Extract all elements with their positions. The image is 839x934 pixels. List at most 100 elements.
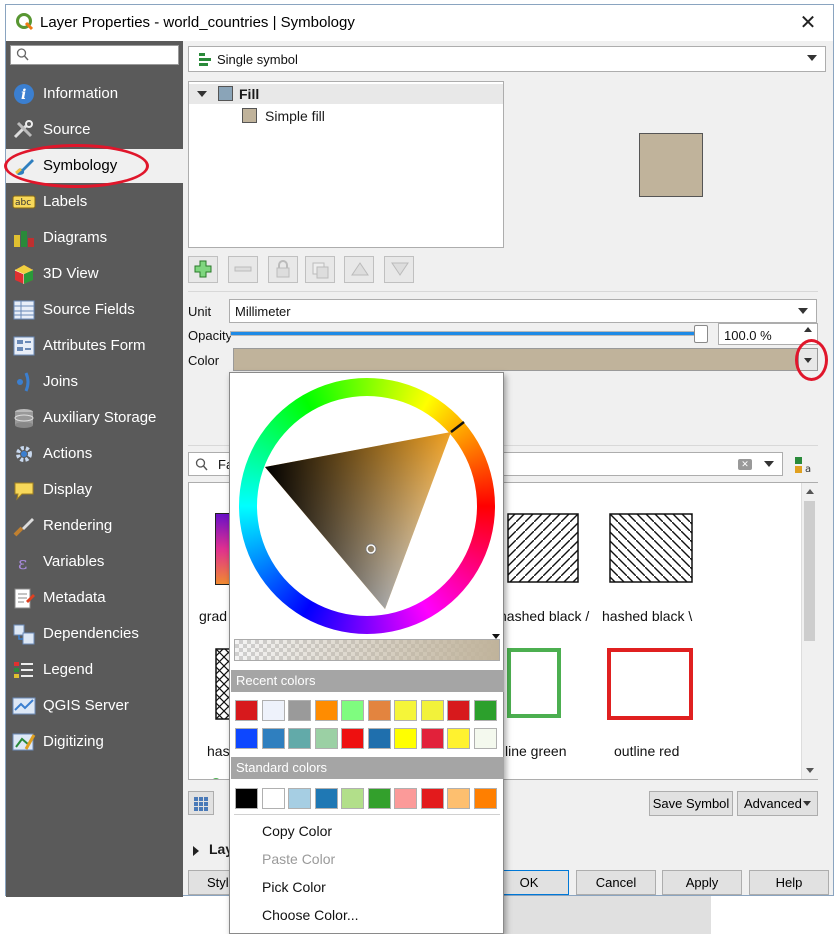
fill-symbol-swatch-icon bbox=[218, 86, 233, 101]
opacity-slider-handle[interactable] bbox=[694, 325, 708, 343]
tree-row-simple-fill[interactable]: Simple fill bbox=[189, 106, 503, 126]
renderer-type-select[interactable]: Single symbol bbox=[188, 46, 826, 72]
alpha-slider[interactable] bbox=[234, 634, 500, 661]
clear-icon[interactable]: ✕ bbox=[738, 459, 752, 470]
move-up-button[interactable] bbox=[344, 256, 374, 283]
recent-color-swatch[interactable] bbox=[420, 700, 444, 721]
scroll-up-icon[interactable] bbox=[806, 489, 814, 494]
standard-color-swatch[interactable] bbox=[367, 788, 391, 809]
recent-color-swatch[interactable] bbox=[288, 700, 311, 721]
scrollbar-thumb[interactable] bbox=[804, 501, 815, 641]
standard-color-swatch[interactable] bbox=[447, 788, 470, 809]
add-layer-button[interactable] bbox=[188, 256, 218, 283]
sidebar-item-source[interactable]: Source bbox=[6, 113, 183, 147]
opacity-slider-track[interactable] bbox=[230, 331, 708, 336]
sidebar-search-input[interactable] bbox=[10, 45, 179, 65]
alpha-slider-handle-icon[interactable] bbox=[492, 634, 500, 639]
recent-color-swatch[interactable] bbox=[367, 728, 391, 749]
pick-color-menu-item[interactable]: Pick Color bbox=[262, 879, 326, 895]
sidebar-item-attributes-form[interactable]: Attributes Form bbox=[6, 329, 183, 363]
sidebar-item-3d-view[interactable]: 3D View bbox=[6, 257, 183, 291]
close-button[interactable]: ✕ bbox=[794, 9, 822, 37]
recent-color-swatch[interactable] bbox=[394, 700, 417, 721]
color-label: Color bbox=[188, 353, 220, 368]
recent-color-swatch[interactable] bbox=[235, 728, 258, 749]
sidebar-item-qgis-server[interactable]: QGIS Server bbox=[6, 689, 183, 723]
icon-view-button[interactable] bbox=[188, 791, 214, 815]
lock-layer-button[interactable] bbox=[268, 256, 298, 283]
copy-color-menu-item[interactable]: Copy Color bbox=[262, 823, 332, 839]
outline-green-thumb[interactable] bbox=[507, 648, 561, 718]
recent-color-swatch[interactable] bbox=[288, 728, 311, 749]
diagrams-icon bbox=[14, 231, 34, 247]
standard-color-swatch[interactable] bbox=[288, 788, 311, 809]
sidebar-item-auxiliary-storage[interactable]: Auxiliary Storage bbox=[6, 401, 183, 435]
sidebar-item-metadata[interactable]: Metadata bbox=[6, 581, 183, 615]
recent-color-swatch[interactable] bbox=[473, 700, 497, 721]
advanced-button[interactable]: Advanced bbox=[737, 791, 818, 816]
hashed-black-forward-thumb[interactable] bbox=[507, 513, 579, 583]
recent-color-swatch[interactable] bbox=[261, 728, 285, 749]
standard-color-swatch[interactable] bbox=[261, 788, 285, 809]
library-item-label: line green bbox=[505, 743, 567, 759]
choose-color-menu-item[interactable]: Choose Color... bbox=[262, 907, 359, 923]
recent-color-swatch[interactable] bbox=[261, 700, 285, 721]
standard-color-swatch[interactable] bbox=[235, 788, 258, 809]
expand-arrow-icon[interactable] bbox=[193, 846, 199, 856]
sidebar-item-legend[interactable]: Legend bbox=[6, 653, 183, 687]
sidebar-item-label: Labels bbox=[43, 193, 88, 210]
apply-button[interactable]: Apply bbox=[662, 870, 742, 895]
recent-color-swatch[interactable] bbox=[473, 728, 497, 749]
sidebar-item-variables[interactable]: ε Variables bbox=[6, 545, 183, 579]
sidebar-item-joins[interactable]: Joins bbox=[6, 365, 183, 399]
sidebar-item-digitizing[interactable]: Digitizing bbox=[6, 725, 183, 759]
recent-color-swatch[interactable] bbox=[341, 700, 364, 721]
next-row-thumb[interactable] bbox=[211, 778, 221, 779]
unit-select[interactable]: Millimeter bbox=[229, 299, 817, 323]
style-manager-icon[interactable]: a bbox=[793, 455, 815, 475]
outline-red-thumb[interactable] bbox=[607, 648, 693, 720]
remove-layer-button[interactable] bbox=[228, 256, 258, 283]
sidebar-item-actions[interactable]: Actions bbox=[6, 437, 183, 471]
standard-color-swatch[interactable] bbox=[473, 788, 497, 809]
sidebar-item-diagrams[interactable]: Diagrams bbox=[6, 221, 183, 255]
recent-color-swatch[interactable] bbox=[420, 728, 444, 749]
recent-color-swatch[interactable] bbox=[341, 728, 364, 749]
scroll-down-icon[interactable] bbox=[806, 768, 814, 773]
tree-row-fill[interactable]: Fill bbox=[189, 84, 503, 104]
recent-color-swatch[interactable] bbox=[394, 728, 417, 749]
search-icon bbox=[16, 48, 29, 61]
sidebar-item-label: 3D View bbox=[43, 265, 99, 282]
standard-color-swatch[interactable] bbox=[420, 788, 444, 809]
sidebar-item-label: Diagrams bbox=[43, 229, 108, 246]
color-button[interactable] bbox=[233, 348, 798, 371]
spin-up-icon[interactable] bbox=[804, 327, 812, 332]
standard-color-swatch[interactable] bbox=[314, 788, 338, 809]
recent-color-swatch[interactable] bbox=[447, 700, 470, 721]
save-symbol-button[interactable]: Save Symbol bbox=[649, 791, 733, 816]
recent-color-swatch[interactable] bbox=[314, 700, 338, 721]
library-scrollbar[interactable] bbox=[801, 483, 818, 779]
recent-color-swatch[interactable] bbox=[367, 700, 391, 721]
sidebar-item-information[interactable]: i Information bbox=[6, 77, 183, 111]
sidebar-item-source-fields[interactable]: Source Fields bbox=[6, 293, 183, 327]
sidebar-item-display[interactable]: Display bbox=[6, 473, 183, 507]
standard-color-swatch[interactable] bbox=[394, 788, 417, 809]
sidebar-item-rendering[interactable]: Rendering bbox=[6, 509, 183, 543]
move-down-button[interactable] bbox=[384, 256, 414, 283]
sidebar-item-dependencies[interactable]: Dependencies bbox=[6, 617, 183, 651]
duplicate-layer-button[interactable] bbox=[305, 256, 335, 283]
help-button[interactable]: Help bbox=[749, 870, 829, 895]
expand-arrow-icon[interactable] bbox=[197, 91, 207, 97]
recent-color-swatch[interactable] bbox=[235, 700, 258, 721]
sidebar-item-label: Auxiliary Storage bbox=[43, 409, 157, 426]
hashed-black-back-thumb[interactable] bbox=[609, 513, 693, 583]
recent-color-swatch[interactable] bbox=[314, 728, 338, 749]
standard-color-swatch[interactable] bbox=[341, 788, 364, 809]
recent-color-swatch[interactable] bbox=[447, 728, 470, 749]
color-wheel[interactable] bbox=[235, 375, 499, 637]
minus-icon bbox=[234, 266, 252, 272]
cancel-button[interactable]: Cancel bbox=[576, 870, 656, 895]
sidebar-item-labels[interactable]: abc Labels bbox=[6, 185, 183, 219]
sidebar-item-label: Metadata bbox=[43, 589, 106, 606]
